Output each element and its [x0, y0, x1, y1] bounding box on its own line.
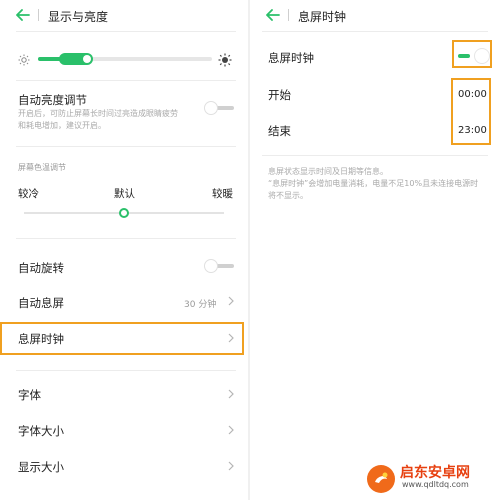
- aod-toggle-highlight: [452, 40, 492, 68]
- color-temp-slider[interactable]: [24, 208, 224, 218]
- watermark-logo-icon: [367, 465, 395, 493]
- font-size-label: 字体大小: [18, 424, 64, 438]
- left-header: 显示与亮度: [0, 0, 248, 30]
- right-header: 息屏时钟: [250, 0, 500, 30]
- aod-note-line-1: 息屏状态显示时间及日期等信息。: [268, 167, 388, 176]
- aod-clock-highlight: [0, 322, 244, 355]
- aod-clock-toggle-label: 息屏时钟: [268, 51, 314, 65]
- color-temp-handle[interactable]: [119, 208, 129, 218]
- section-divider: [16, 80, 236, 81]
- watermark-url: www.qdltdq.com: [402, 480, 469, 489]
- page-title: 息屏时钟: [298, 10, 347, 24]
- header-divider: [262, 31, 488, 32]
- header-separator: [288, 9, 289, 21]
- time-values-highlight: [451, 78, 491, 145]
- chevron-right-icon: [228, 425, 234, 435]
- color-temp-cold-label: 较冷: [18, 188, 39, 200]
- auto-brightness-toggle[interactable]: [204, 101, 234, 115]
- color-temp-default-label: 默认: [114, 188, 135, 200]
- toggle-knob: [204, 259, 218, 273]
- watermark-name: 启东安卓网: [400, 465, 470, 481]
- auto-sleep-value: 30 分钟: [184, 300, 217, 310]
- auto-brightness-desc-1: 开启后，可防止屏幕长时间过亮造成眼睛疲劳: [18, 109, 178, 118]
- chevron-right-icon: [228, 389, 234, 399]
- back-arrow-icon[interactable]: [16, 8, 30, 22]
- brightness-slider[interactable]: [38, 53, 212, 65]
- auto-sleep-label: 自动息屏: [18, 296, 64, 310]
- auto-rotate-label: 自动旋转: [18, 261, 64, 275]
- chevron-right-icon: [228, 461, 234, 471]
- aod-clock-panel: 息屏时钟 息屏时钟 开始 00:00 结束 23:00 息屏状态显示时间及日期等…: [250, 0, 500, 500]
- back-arrow-icon[interactable]: [266, 8, 280, 22]
- display-brightness-panel: 显示与亮度 自动亮度调节 开启后，可防止屏幕长时间过亮造成眼睛疲劳 和耗电增加，…: [0, 0, 248, 500]
- color-temp-warm-label: 较暖: [212, 188, 233, 200]
- auto-brightness-desc-2: 和耗电增加，建议开启。: [18, 121, 106, 130]
- auto-brightness-label: 自动亮度调节: [18, 93, 87, 107]
- toggle-knob: [204, 101, 218, 115]
- end-time-label: 结束: [268, 124, 291, 138]
- font-label: 字体: [18, 388, 41, 402]
- chevron-right-icon: [228, 296, 234, 306]
- low-brightness-icon: [18, 54, 30, 66]
- auto-rotate-toggle[interactable]: [204, 259, 234, 273]
- aod-note-line-3: 将不显示。: [268, 191, 308, 200]
- header-divider: [16, 31, 236, 32]
- section-divider: [16, 370, 236, 371]
- high-brightness-icon: [218, 53, 232, 67]
- header-separator: [38, 9, 39, 21]
- display-size-label: 显示大小: [18, 460, 64, 474]
- brightness-handle[interactable]: [59, 53, 94, 65]
- section-divider: [16, 238, 236, 239]
- aod-note-line-2: “息屏时钟”会增加电量消耗，电量不足10%且未连接电源时: [268, 179, 479, 188]
- section-divider: [262, 155, 488, 156]
- color-temp-section-label: 屏幕色温调节: [18, 163, 66, 172]
- section-divider: [16, 146, 236, 147]
- watermark: 启东安卓网 www.qdltdq.com: [366, 460, 498, 496]
- start-time-label: 开始: [268, 88, 291, 102]
- page-title: 显示与亮度: [48, 10, 109, 24]
